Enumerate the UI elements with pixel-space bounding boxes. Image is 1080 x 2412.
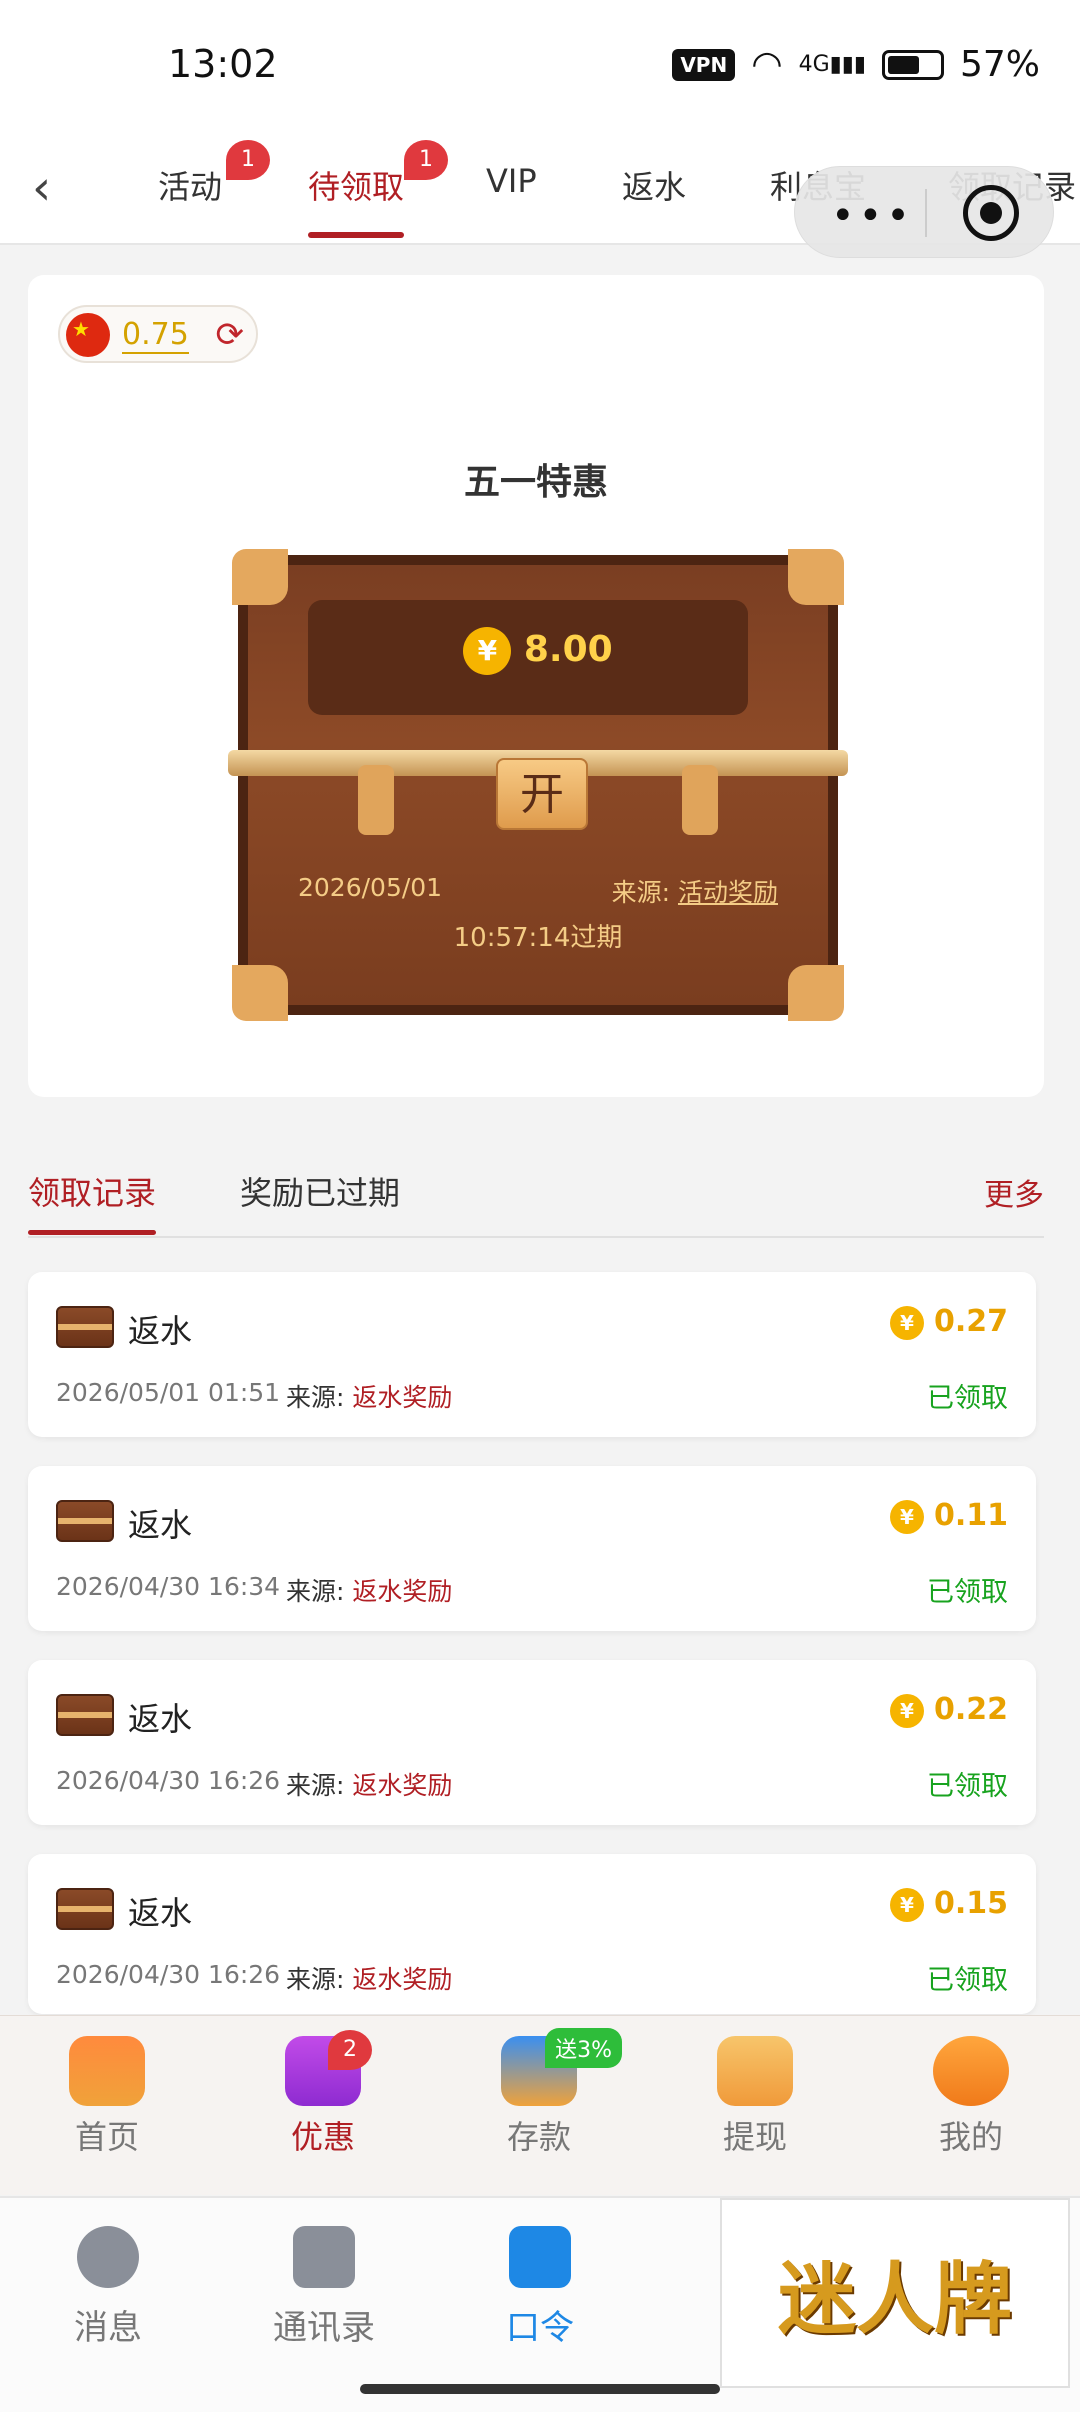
- nav-badge: 2: [328, 2030, 372, 2070]
- yuan-coin-icon: ¥: [889, 1693, 924, 1728]
- record-status: 已领取: [927, 1965, 1008, 1996]
- key-icon: [509, 2226, 571, 2288]
- record-item[interactable]: 返水 2026/04/30 16:26 来源: 返水奖励 ¥0.22 已领取: [28, 1660, 1036, 1825]
- home-icon: [69, 2036, 145, 2106]
- nav-promotions[interactable]: 2 优惠: [248, 2030, 398, 2158]
- record-item[interactable]: 返水 2026/04/30 16:34 来源: 返水奖励 ¥0.11 已领取: [28, 1466, 1036, 1631]
- status-bar: 13:02 VPN ◠ 4G▮▮▮ 57%: [0, 0, 1080, 140]
- record-status: 已领取: [927, 1383, 1008, 1414]
- china-flag-icon: [66, 313, 110, 357]
- active-tab-indicator: [28, 1230, 157, 1235]
- balance-amount: 0.75: [122, 317, 189, 354]
- deposit-bonus-badge: 送3%: [545, 2028, 622, 2068]
- status-time: 13:02: [168, 42, 278, 86]
- promo-expire: 10:57:14过期: [453, 923, 623, 953]
- yuan-coin-icon: ¥: [889, 1887, 924, 1922]
- record-status: 已领取: [927, 1577, 1008, 1608]
- open-chest-button[interactable]: 开: [496, 758, 588, 830]
- status-right: VPN ◠ 4G▮▮▮ 57%: [672, 44, 1040, 85]
- record-tabs: 领取记录 奖励已过期 更多: [28, 1148, 1044, 1238]
- tab-expired-rewards[interactable]: 奖励已过期: [240, 1168, 400, 1214]
- record-source: 来源: 返水奖励: [286, 1383, 453, 1412]
- tab-pending[interactable]: 待领取 1: [308, 140, 448, 238]
- chest-corner: [232, 549, 288, 605]
- nav-profile[interactable]: 我的: [896, 2036, 1046, 2158]
- record-name: 返水: [128, 1894, 193, 1932]
- promo-source-link[interactable]: 活动奖励: [678, 878, 778, 907]
- back-button[interactable]: ‹: [32, 160, 72, 220]
- tab-claim-records-list[interactable]: 领取记录: [28, 1168, 157, 1235]
- more-menu-icon[interactable]: •••: [831, 193, 914, 239]
- chest-clasp: [358, 765, 394, 835]
- app-bottom-nav: 首页 2 优惠 送3% 存款 提现 我的: [0, 2015, 1080, 2195]
- withdraw-icon: [717, 2036, 793, 2106]
- tab-vip[interactable]: VIP: [486, 162, 537, 200]
- yuan-coin-icon: ¥: [889, 1499, 924, 1534]
- tab-rebate[interactable]: 返水: [622, 162, 686, 208]
- record-amount: ¥0.22: [889, 1692, 1008, 1728]
- nav-deposit[interactable]: 送3% 存款: [464, 2028, 622, 2158]
- battery-percent: 57%: [959, 44, 1040, 85]
- battery-icon: [881, 49, 944, 80]
- active-tab-indicator: [308, 232, 405, 238]
- balance-pill: 0.75 ⟳: [58, 305, 258, 363]
- record-name: 返水: [128, 1312, 193, 1350]
- miniapp-capsule: •••: [794, 166, 1054, 258]
- vpn-icon: VPN: [672, 48, 736, 81]
- chest-icon: [56, 1888, 114, 1930]
- tab-badge: 1: [404, 140, 448, 180]
- profile-icon: [933, 2036, 1009, 2106]
- host-nav-passcode[interactable]: 口令: [460, 2226, 620, 2349]
- host-nav-messages[interactable]: 消息: [28, 2226, 188, 2349]
- reward-amount: ¥ 8.00: [238, 627, 838, 675]
- wifi-icon: ◠: [751, 44, 783, 85]
- chest-corner: [788, 549, 844, 605]
- host-bottom-nav: 消息 通讯录 口令 迷人牌: [0, 2196, 1080, 2412]
- close-miniapp-icon[interactable]: [963, 185, 1019, 241]
- record-source: 来源: 返水奖励: [286, 1771, 453, 1800]
- record-item[interactable]: 返水 2026/05/01 01:51 来源: 返水奖励 ¥0.27 已领取: [28, 1272, 1036, 1437]
- treasure-chest[interactable]: ¥ 8.00 开 2026/05/01 来源: 活动奖励 10:57:14过期: [228, 549, 848, 1021]
- refresh-icon[interactable]: ⟳: [216, 315, 245, 355]
- record-amount: ¥0.15: [889, 1886, 1008, 1922]
- record-name: 返水: [128, 1700, 193, 1738]
- tab-badge: 1: [226, 140, 270, 180]
- ad-banner[interactable]: 迷人牌: [720, 2198, 1070, 2388]
- promo-title: 五一特惠: [463, 462, 608, 503]
- record-time: 2026/04/30 16:26: [56, 1960, 281, 1989]
- chest-icon: [56, 1500, 114, 1542]
- ad-logo: 迷人牌: [777, 2254, 1012, 2345]
- nav-home[interactable]: 首页: [32, 2036, 182, 2158]
- record-amount: ¥0.27: [889, 1304, 1008, 1340]
- chat-icon: [77, 2226, 139, 2288]
- record-source: 来源: 返水奖励: [286, 1577, 453, 1606]
- tab-activity[interactable]: 活动 1: [158, 140, 270, 208]
- chest-clasp: [682, 765, 718, 835]
- record-status: 已领取: [927, 1771, 1008, 1802]
- promo-source: 来源: 活动奖励: [611, 878, 778, 907]
- chest-corner: [232, 965, 288, 1021]
- home-indicator[interactable]: [360, 2384, 720, 2394]
- chest-icon: [56, 1306, 114, 1348]
- record-name: 返水: [128, 1506, 193, 1544]
- signal-icon: 4G▮▮▮: [798, 52, 866, 77]
- pending-reward-card: 0.75 ⟳ 五一特惠 ¥ 8.00 开 2026/05/01 来源: 活动奖励…: [28, 275, 1044, 1097]
- record-item[interactable]: 返水 2026/04/30 16:26 来源: 返水奖励 ¥0.15 已领取: [28, 1854, 1036, 2014]
- record-time: 2026/04/30 16:34: [56, 1572, 281, 1601]
- top-tabs: ‹ 活动 1 待领取 1 VIP 返水 利息宝 领取记录 •••: [0, 140, 1080, 258]
- host-nav-contacts[interactable]: 通讯录: [244, 2226, 404, 2349]
- record-source: 来源: 返水奖励: [286, 1965, 453, 1994]
- promo-date: 2026/05/01: [298, 873, 443, 902]
- chest-icon: [56, 1694, 114, 1736]
- record-time: 2026/05/01 01:51: [56, 1378, 281, 1407]
- record-time: 2026/04/30 16:26: [56, 1766, 281, 1795]
- yuan-coin-icon: ¥: [463, 627, 512, 675]
- yuan-coin-icon: ¥: [889, 1305, 924, 1340]
- more-link[interactable]: 更多: [984, 1170, 1044, 1214]
- capsule-divider: [925, 189, 927, 237]
- contacts-icon: [293, 2226, 355, 2288]
- nav-withdraw[interactable]: 提现: [680, 2036, 830, 2158]
- record-amount: ¥0.11: [889, 1498, 1008, 1534]
- chest-corner: [788, 965, 844, 1021]
